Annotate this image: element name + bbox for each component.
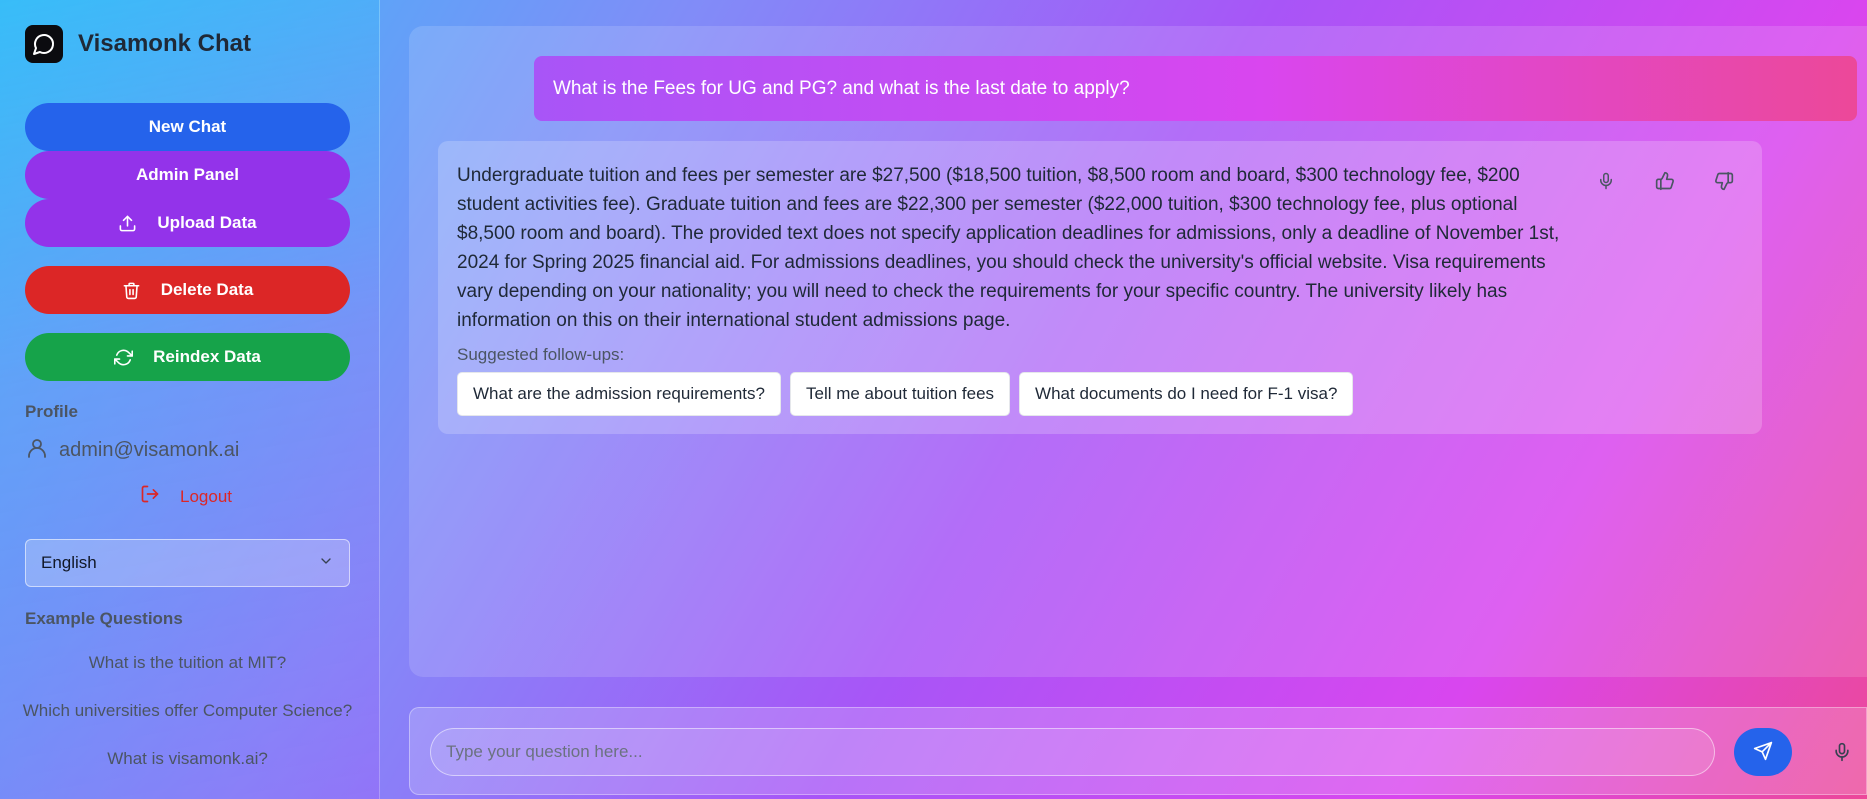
logout-label: Logout bbox=[180, 486, 232, 506]
new-chat-button[interactable]: New Chat bbox=[25, 103, 350, 151]
logout-button[interactable]: Logout bbox=[140, 484, 232, 509]
refresh-icon bbox=[114, 348, 134, 367]
chevron-down-icon bbox=[318, 553, 334, 574]
upload-icon bbox=[118, 214, 137, 233]
admin-panel-button[interactable]: Admin Panel bbox=[25, 151, 350, 199]
message-actions bbox=[1596, 171, 1734, 191]
upload-data-button[interactable]: Upload Data bbox=[25, 199, 350, 247]
delete-data-button[interactable]: Delete Data bbox=[25, 266, 350, 314]
example-question[interactable]: What is visamonk.ai? bbox=[0, 749, 375, 769]
user-message-bubble: What is the Fees for UG and PG? and what… bbox=[534, 56, 1857, 121]
profile-email: admin@visamonk.ai bbox=[59, 439, 240, 461]
followup-chip[interactable]: What documents do I need for F-1 visa? bbox=[1019, 372, 1354, 416]
reindex-data-label: Reindex Data bbox=[153, 347, 261, 366]
user-icon bbox=[25, 436, 49, 465]
bot-message-text: Undergraduate tuition and fees per semes… bbox=[457, 165, 1560, 331]
thumbs-up-icon[interactable] bbox=[1655, 171, 1675, 191]
profile-row: admin@visamonk.ai bbox=[25, 436, 239, 465]
example-question[interactable]: What is the tuition at MIT? bbox=[0, 653, 375, 673]
sidebar: Visamonk Chat New Chat Admin Panel Uploa… bbox=[0, 0, 380, 799]
app-title: Visamonk Chat bbox=[78, 30, 251, 57]
followup-chip[interactable]: What are the admission requirements? bbox=[457, 372, 781, 416]
followup-chips: What are the admission requirements? Tel… bbox=[457, 372, 1354, 416]
bot-message-bubble: Undergraduate tuition and fees per semes… bbox=[438, 141, 1762, 434]
language-select[interactable]: English bbox=[25, 539, 350, 587]
profile-label: Profile bbox=[25, 402, 78, 421]
brand: Visamonk Chat bbox=[25, 25, 251, 63]
followups-label: Suggested follow-ups: bbox=[457, 345, 625, 364]
microphone-icon[interactable] bbox=[1596, 171, 1616, 191]
trash-icon bbox=[122, 281, 141, 300]
input-panel bbox=[409, 707, 1867, 795]
reindex-data-button[interactable]: Reindex Data bbox=[25, 333, 350, 381]
user-message-text: What is the Fees for UG and PG? and what… bbox=[553, 77, 1130, 99]
language-selected: English bbox=[41, 553, 97, 572]
upload-data-label: Upload Data bbox=[157, 213, 257, 232]
delete-data-label: Delete Data bbox=[160, 280, 254, 299]
example-question[interactable]: Which universities offer Computer Scienc… bbox=[0, 701, 375, 721]
admin-panel-label: Admin Panel bbox=[136, 165, 239, 184]
thumbs-down-icon[interactable] bbox=[1714, 171, 1734, 191]
microphone-icon bbox=[1832, 742, 1852, 767]
chat-input[interactable] bbox=[430, 728, 1715, 776]
examples-label: Example Questions bbox=[25, 609, 183, 628]
logout-icon bbox=[140, 484, 160, 509]
send-icon bbox=[1753, 741, 1773, 764]
new-chat-label: New Chat bbox=[148, 117, 227, 136]
send-button[interactable] bbox=[1734, 728, 1792, 776]
voice-input-button[interactable] bbox=[1832, 742, 1852, 767]
followup-chip[interactable]: Tell me about tuition fees bbox=[789, 372, 1011, 416]
chat-bubble-icon bbox=[25, 25, 63, 63]
